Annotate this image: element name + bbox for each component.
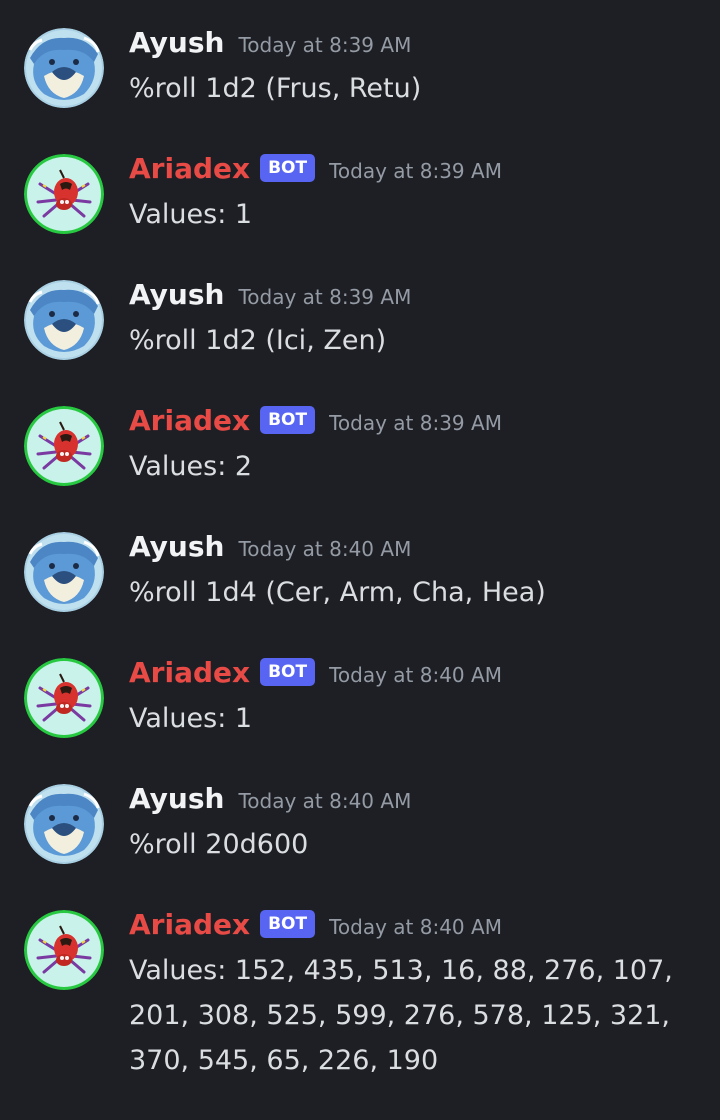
message-content: Ayush Today at 8:40 AM %roll 20d600 [129,782,699,867]
author-name[interactable]: Ayush [129,530,224,564]
message-header: Ariadex BOT Today at 8:39 AM [129,404,699,438]
message-text: %roll 1d2 (Ici, Zen) [129,325,387,356]
whale-pokemon-avatar-icon[interactable] [24,784,104,864]
spider-pokemon-avatar-icon[interactable] [24,910,104,990]
whale-pokemon-avatar-icon[interactable] [24,28,104,108]
message-header: Ariadex BOT Today at 8:39 AM [129,152,699,186]
message-content: Ayush Today at 8:39 AM %roll 1d2 (Ici, Z… [129,278,699,363]
message-text: Values: 152, 435, 513, 16, 88, 276, 107,… [129,955,682,1076]
author-name[interactable]: Ayush [129,26,224,60]
author-name[interactable]: Ariadex [129,404,250,438]
message-text: Values: 1 [129,199,253,230]
message-text: %roll 1d2 (Frus, Retu) [129,73,422,104]
message-timestamp[interactable]: Today at 8:40 AM [238,532,411,566]
whale-pokemon-avatar-icon[interactable] [24,532,104,612]
author-name[interactable]: Ayush [129,278,224,312]
message-content: Ariadex BOT Today at 8:40 AM Values: 152… [129,908,699,1083]
message-list: Ayush Today at 8:39 AM %roll 1d2 (Frus, … [0,0,720,1120]
message-timestamp[interactable]: Today at 8:39 AM [329,406,502,440]
message-text: Values: 2 [129,451,253,482]
message-header: Ariadex BOT Today at 8:40 AM [129,908,699,942]
message-content: Ayush Today at 8:39 AM %roll 1d2 (Frus, … [129,26,699,111]
message-timestamp[interactable]: Today at 8:39 AM [238,280,411,314]
author-name[interactable]: Ariadex [129,656,250,690]
message-timestamp[interactable]: Today at 8:39 AM [329,154,502,188]
message-text: %roll 1d4 (Cer, Arm, Cha, Hea) [129,577,546,608]
message-header: Ayush Today at 8:39 AM [129,278,699,312]
spider-pokemon-avatar-icon[interactable] [24,154,104,234]
spider-pokemon-avatar-icon[interactable] [24,406,104,486]
message-timestamp[interactable]: Today at 8:40 AM [329,658,502,692]
message-timestamp[interactable]: Today at 8:40 AM [238,784,411,818]
message-content: Ayush Today at 8:40 AM %roll 1d4 (Cer, A… [129,530,699,615]
bot-badge: BOT [260,658,316,686]
author-name[interactable]: Ayush [129,782,224,816]
bot-badge: BOT [260,154,316,182]
message-text: %roll 20d600 [129,829,309,860]
message-content: Ariadex BOT Today at 8:40 AM Values: 1 [129,656,699,741]
message-header: Ariadex BOT Today at 8:40 AM [129,656,699,690]
message-content: Ariadex BOT Today at 8:39 AM Values: 1 [129,152,699,237]
message-text: Values: 1 [129,703,253,734]
whale-pokemon-avatar-icon[interactable] [24,280,104,360]
bot-badge: BOT [260,406,316,434]
author-name[interactable]: Ariadex [129,152,250,186]
bot-badge: BOT [260,910,316,938]
message-timestamp[interactable]: Today at 8:40 AM [329,910,502,944]
author-name[interactable]: Ariadex [129,908,250,942]
spider-pokemon-avatar-icon[interactable] [24,658,104,738]
message-header: Ayush Today at 8:40 AM [129,782,699,816]
message-header: Ayush Today at 8:39 AM [129,26,699,60]
message-header: Ayush Today at 8:40 AM [129,530,699,564]
message-timestamp[interactable]: Today at 8:39 AM [238,28,411,62]
message-content: Ariadex BOT Today at 8:39 AM Values: 2 [129,404,699,489]
